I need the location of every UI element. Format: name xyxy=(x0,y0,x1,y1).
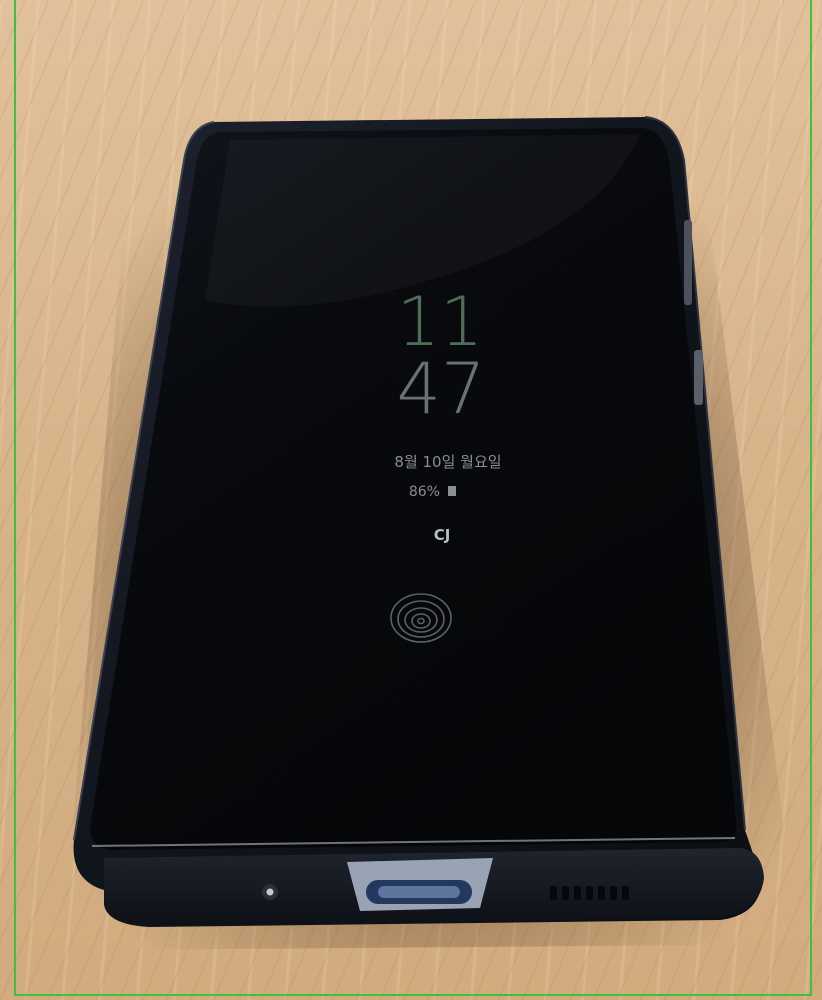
smartphone: 11 47 8월 10일 월요일 86% CJ xyxy=(68,116,790,950)
volume-button xyxy=(684,220,692,305)
aod-battery-percent: 86% xyxy=(409,484,440,500)
aod-date: 8월 10일 월요일 xyxy=(394,453,501,471)
aod-notification-icon: CJ xyxy=(434,526,451,544)
aod-clock-minute: 47 xyxy=(396,348,485,430)
power-button xyxy=(694,350,703,405)
camera-lens xyxy=(266,888,274,896)
usb-port-inner xyxy=(378,886,460,898)
battery-icon xyxy=(448,486,456,496)
